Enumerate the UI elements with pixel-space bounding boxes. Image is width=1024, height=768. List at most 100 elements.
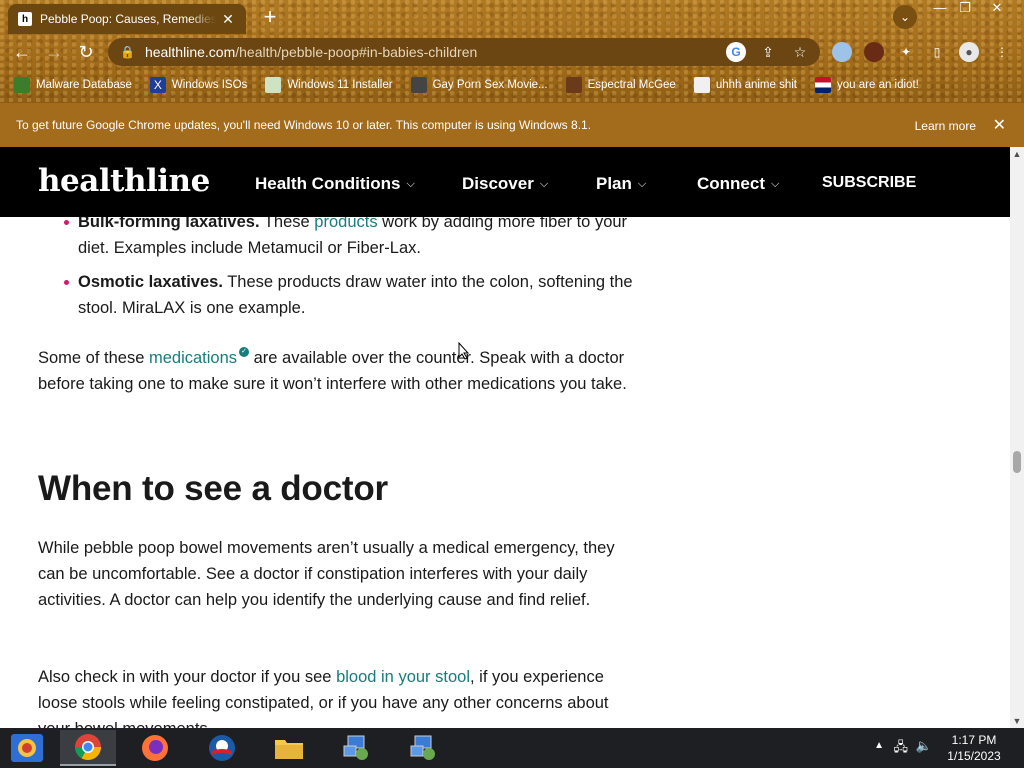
- profile-avatar-icon[interactable]: ●: [959, 42, 979, 62]
- avatar-icon: [410, 77, 427, 93]
- update-infobar: To get future Google Chrome updates, you…: [0, 102, 1024, 147]
- list-item: Osmotic laxatives. These products draw w…: [64, 269, 638, 321]
- nav-label: Plan: [596, 174, 632, 193]
- healthline-logo[interactable]: healthline: [38, 163, 210, 199]
- bookmark-windows-11-installer[interactable]: Windows 11 Installer: [265, 77, 393, 93]
- network-app-icon[interactable]: [395, 730, 451, 766]
- nav-label: Connect: [697, 174, 765, 193]
- restore-button[interactable]: ❐: [950, 0, 980, 18]
- chevron-down-icon: ⌵: [406, 177, 415, 190]
- infobar-close-icon[interactable]: ✕: [993, 115, 1006, 135]
- bookmark-label: Malware Database: [36, 79, 132, 91]
- chrome-icon[interactable]: [60, 730, 116, 766]
- extensions-puzzle-icon[interactable]: ✦: [896, 42, 916, 62]
- subscribe-button[interactable]: SUBSCRIBE: [822, 174, 916, 192]
- laxative-list: Bulk-forming laxatives. These products w…: [64, 209, 638, 321]
- active-tab[interactable]: h Pebble Poop: Causes, Remedies, and Mor…: [8, 4, 246, 34]
- para-text: Also check in with your doctor if you se…: [38, 668, 337, 686]
- bookmark-malware-database[interactable]: Malware Database: [14, 77, 132, 93]
- scroll-up-icon[interactable]: ▲: [1010, 147, 1024, 161]
- nav-plan[interactable]: Plan ⌵: [596, 174, 646, 194]
- bullet-bold: Osmotic laxatives.: [78, 273, 223, 291]
- chrome-menu-icon[interactable]: ⋮: [992, 42, 1012, 62]
- network-app-icon[interactable]: [328, 730, 384, 766]
- firefox-icon[interactable]: [127, 730, 183, 766]
- bookmark-label: uhhh anime shit: [715, 79, 798, 91]
- blood-in-stool-link[interactable]: blood in your stool: [336, 668, 470, 686]
- back-button[interactable]: ←: [10, 40, 34, 64]
- blood-paragraph: Also check in with your doctor if you se…: [38, 664, 628, 728]
- flag-extension-icon[interactable]: [832, 42, 852, 62]
- clock[interactable]: 1:17 PM 1/15/2023: [942, 732, 1006, 764]
- learn-more-link[interactable]: Learn more: [915, 119, 976, 133]
- nav-health-conditions[interactable]: Health Conditions ⌵: [255, 174, 415, 194]
- nav-label: Discover: [462, 174, 534, 193]
- reload-button[interactable]: ↻: [74, 40, 98, 64]
- nav-discover[interactable]: Discover ⌵: [462, 174, 548, 194]
- chevron-down-icon: ⌵: [539, 177, 549, 190]
- infobar-message: To get future Google Chrome updates, you…: [16, 118, 592, 132]
- bookmark-4[interactable]: Gay Porn Sex Movie...: [410, 77, 548, 93]
- bookmark-star-icon[interactable]: ☆: [790, 42, 810, 62]
- bookmarks-bar: Malware Database X Windows ISOs Windows …: [0, 72, 1024, 98]
- windows-taskbar: ▲ 🖧 🔈 1:17 PM 1/15/2023: [0, 728, 1024, 768]
- bookmark-espectral-mcgee[interactable]: Espectral McGee: [565, 77, 676, 93]
- flag-icon: [815, 77, 832, 93]
- bookmark-you-are-an-idiot[interactable]: you are an idiot!: [815, 77, 919, 93]
- avatar-icon: [693, 77, 710, 93]
- image-icon: [265, 77, 282, 93]
- lock-icon[interactable]: 🔒: [120, 45, 135, 59]
- tab-title: Pebble Poop: Causes, Remedies, and More: [40, 12, 216, 26]
- section-heading: When to see a doctor: [38, 469, 388, 508]
- bookmark-label: Espectral McGee: [587, 79, 676, 91]
- globe-icon: [14, 77, 30, 93]
- bookmark-label: Windows 11 Installer: [287, 79, 393, 91]
- url-path: /health/pebble-poop#in-babies-children: [235, 44, 478, 60]
- para-text: Some of these: [38, 349, 149, 367]
- forward-button[interactable]: →: [42, 40, 66, 64]
- network-icon[interactable]: 🖧: [894, 738, 909, 760]
- browser-chrome: h Pebble Poop: Causes, Remedies, and Mor…: [0, 0, 1024, 102]
- verified-check-icon[interactable]: ✓: [239, 347, 250, 357]
- nav-connect[interactable]: Connect ⌵: [697, 174, 779, 194]
- medications-paragraph: Some of these medications ✓ are available…: [38, 345, 628, 397]
- address-bar[interactable]: 🔒 healthline.com/health/pebble-poop#in-b…: [108, 38, 820, 66]
- clock-date: 1/15/2023: [947, 749, 1001, 763]
- bookmark-anime[interactable]: uhhh anime shit: [693, 77, 798, 93]
- chevron-down-icon: ⌵: [637, 177, 647, 190]
- tab-search-icon[interactable]: ⌄: [893, 5, 917, 29]
- chevron-down-icon: ⌵: [771, 177, 780, 190]
- bullet-dot: [64, 280, 69, 285]
- scroll-thumb[interactable]: [1013, 451, 1021, 473]
- scroll-down-icon[interactable]: ▼: [1010, 714, 1024, 728]
- volume-icon[interactable]: 🔈: [916, 738, 932, 754]
- bullet-dot: [64, 220, 69, 225]
- bookmark-label: Windows ISOs: [171, 79, 248, 91]
- medications-link[interactable]: medications: [149, 349, 237, 367]
- tab-close-icon[interactable]: ✕: [220, 11, 236, 28]
- show-hidden-icons-icon[interactable]: ▲: [874, 740, 884, 751]
- nav-label: Health Conditions: [255, 174, 401, 193]
- file-explorer-icon[interactable]: [261, 730, 317, 766]
- x-logo-icon: X: [149, 77, 166, 93]
- url-host: healthline.com: [144, 44, 236, 60]
- avatar-extension-icon[interactable]: [864, 42, 884, 62]
- close-window-button[interactable]: ✕: [982, 0, 1012, 18]
- bookmark-label: you are an idiot!: [837, 79, 919, 91]
- when-to-see-paragraph: While pebble poop bowel movements aren’t…: [38, 539, 615, 609]
- obama-logo-icon[interactable]: [194, 730, 250, 766]
- page-viewport: Bulk-forming laxatives. These products w…: [0, 147, 1010, 728]
- mouse-cursor-icon: [458, 342, 470, 360]
- bookmark-label: Gay Porn Sex Movie...: [432, 79, 548, 91]
- healthline-favicon-icon: h: [18, 12, 32, 26]
- new-tab-button[interactable]: +: [258, 6, 282, 30]
- clock-time: 1:17 PM: [951, 733, 997, 747]
- google-lens-icon[interactable]: G: [726, 42, 746, 62]
- site-header: healthline Health Conditions ⌵ Discover ⌵ …: [0, 147, 1010, 217]
- bookmark-windows-isos[interactable]: X Windows ISOs: [149, 77, 248, 93]
- page-scrollbar[interactable]: ▲ ▼: [1010, 147, 1024, 728]
- windows-start-icon[interactable]: [8, 732, 46, 764]
- avatar-icon: [565, 77, 582, 93]
- side-panel-icon[interactable]: ▯: [927, 42, 947, 62]
- share-icon[interactable]: ⇪: [758, 42, 778, 62]
